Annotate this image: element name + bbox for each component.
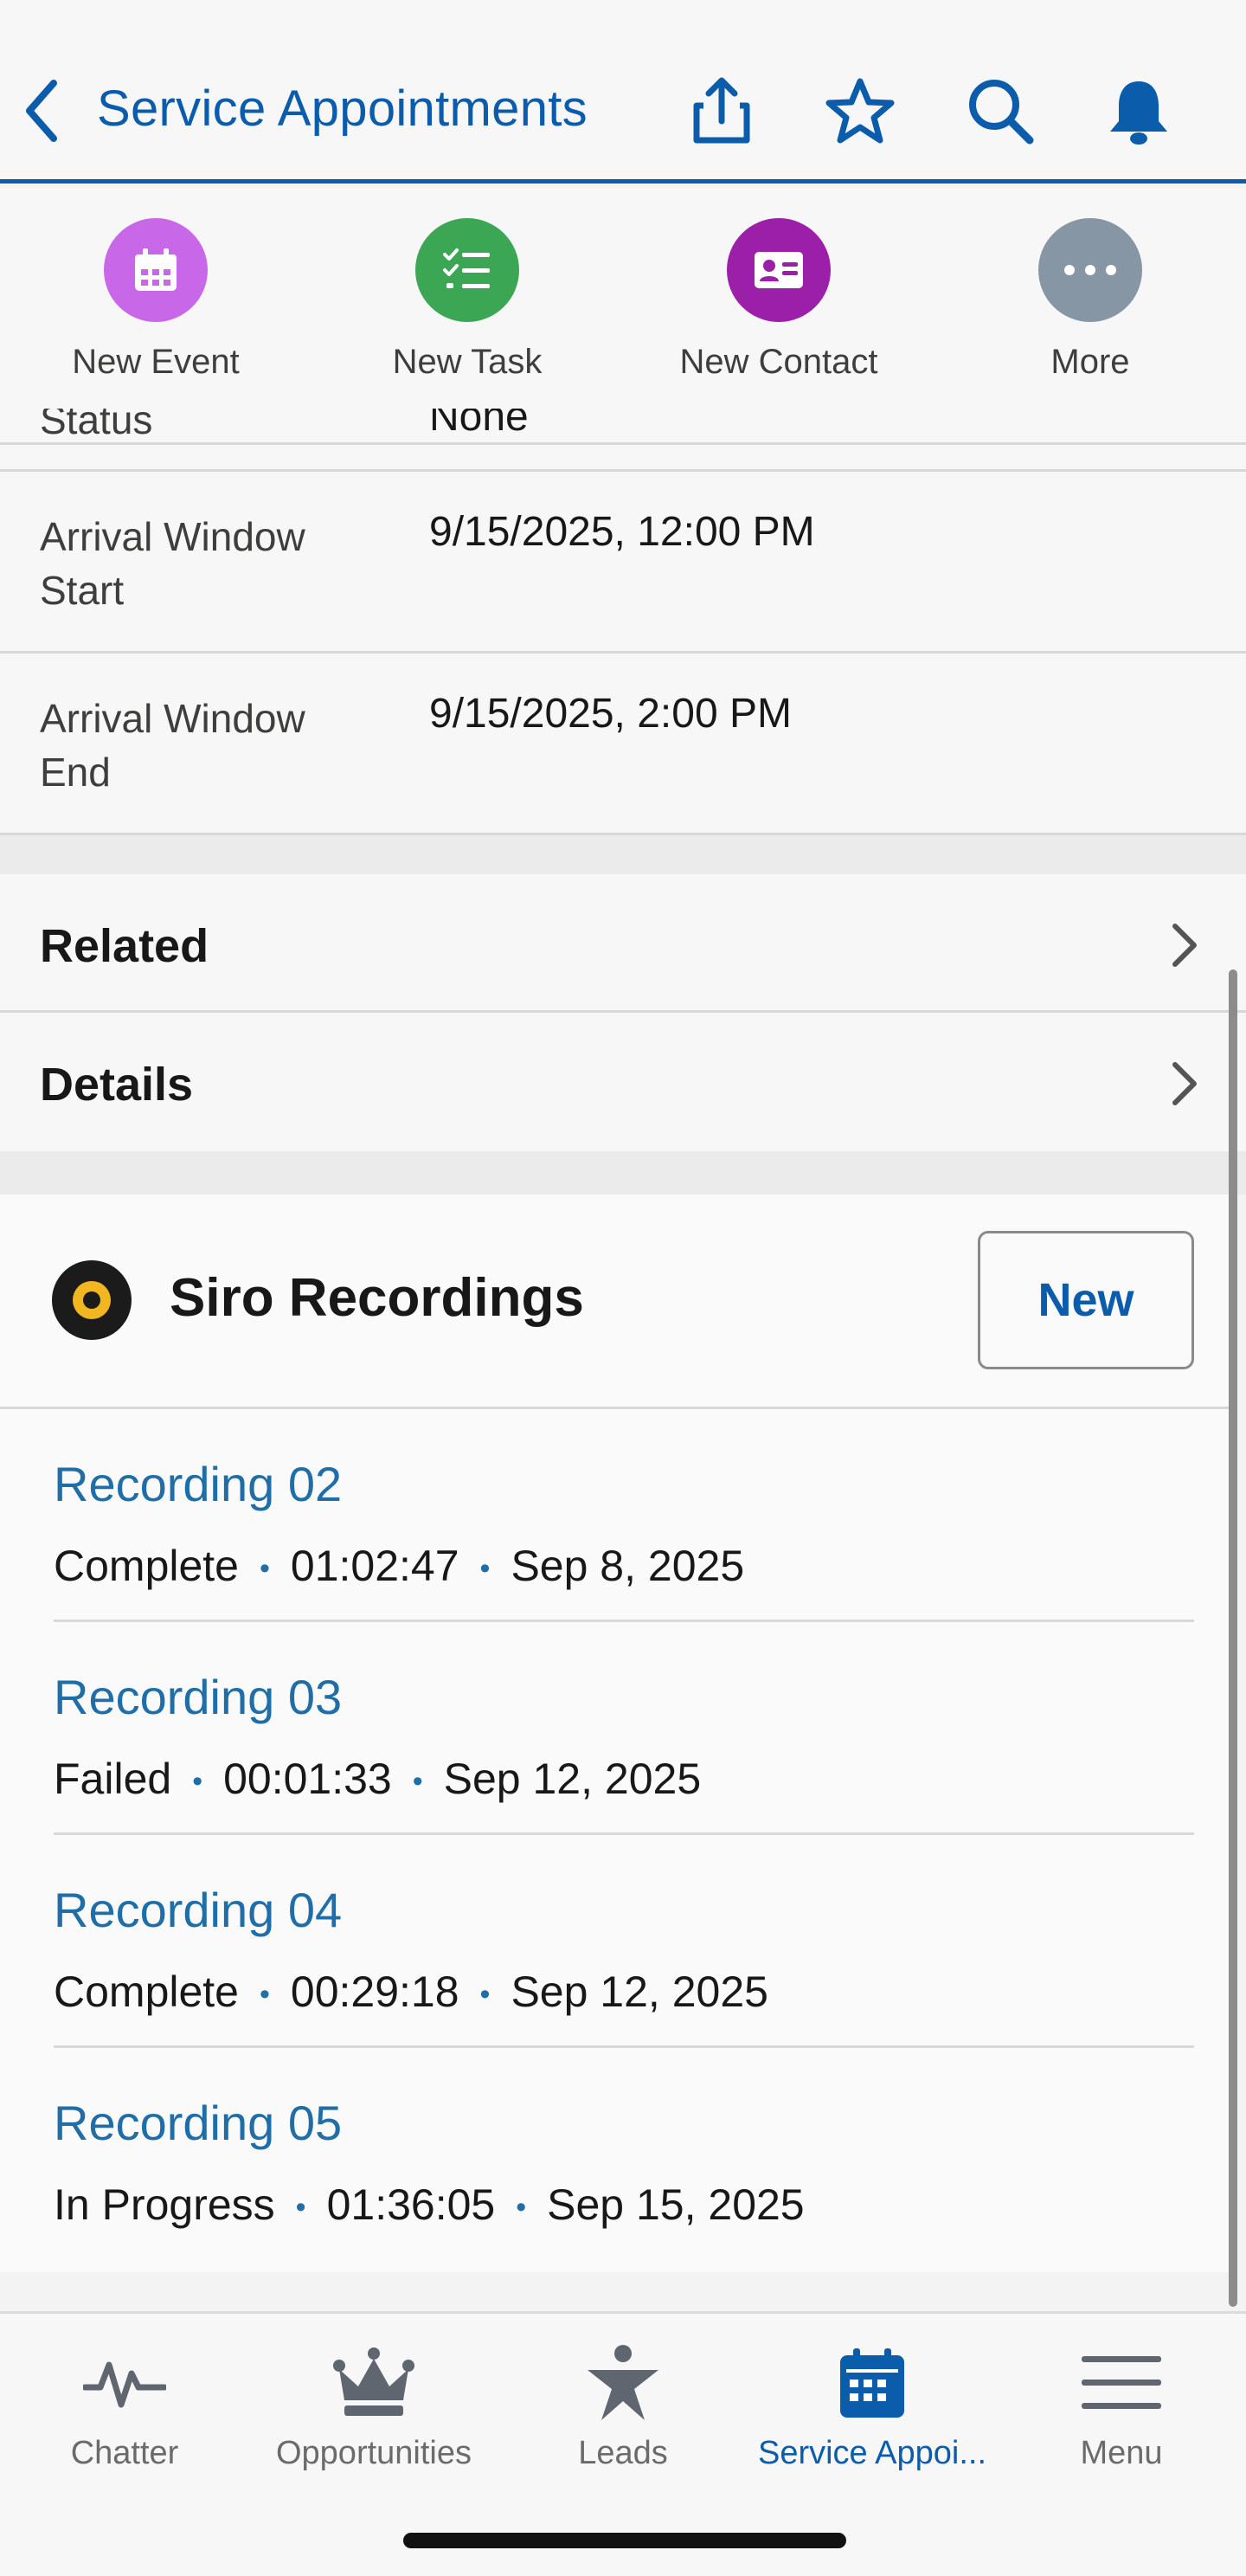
- chevron-right-icon: [1172, 1062, 1197, 1105]
- recording-date: Sep 8, 2025: [511, 1542, 745, 1590]
- chevron-right-icon: [1172, 924, 1197, 967]
- recording-date: Sep 12, 2025: [511, 1967, 768, 2016]
- search-icon[interactable]: [964, 74, 1037, 147]
- tab-label: Chatter: [70, 2435, 179, 2471]
- more-label: More: [1050, 343, 1130, 381]
- recording-name[interactable]: Recording 04: [54, 1882, 342, 1938]
- new-recording-button[interactable]: New: [978, 1231, 1194, 1369]
- hamburger-icon: [997, 2340, 1246, 2426]
- arrival-window-end-row: Arrival Window End 9/15/2025, 2:00 PM: [0, 651, 1246, 833]
- tab-chatter[interactable]: Chatter: [0, 2340, 249, 2472]
- scrollbar[interactable]: [1229, 969, 1237, 2307]
- recording-date: Sep 12, 2025: [443, 1755, 702, 1803]
- contact-card-icon: [727, 218, 831, 322]
- calendar-icon: [104, 218, 208, 322]
- tab-service-appointments[interactable]: Service Appoi...: [748, 2340, 997, 2472]
- separator-dot: •: [295, 2191, 306, 2225]
- card-title: Siro Recordings: [170, 1268, 584, 1328]
- related-link[interactable]: Related: [0, 874, 1246, 1013]
- separator-dot: •: [192, 1765, 203, 1799]
- recording-duration: 01:02:47: [290, 1542, 459, 1590]
- tab-label: Service Appoi...: [757, 2435, 987, 2471]
- tab-opportunities[interactable]: Opportunities: [249, 2340, 498, 2472]
- more-action[interactable]: More: [960, 218, 1220, 382]
- recording-meta: Complete • 00:29:18 • Sep 12, 2025: [54, 1967, 768, 2017]
- separator-dot: •: [516, 2191, 527, 2225]
- arrival-window-end-label: Arrival Window End: [40, 696, 305, 795]
- crown-icon: [249, 2340, 498, 2426]
- new-event-label: New Event: [72, 343, 240, 381]
- tab-label: Menu: [1080, 2435, 1163, 2471]
- record-fields: Status None Arrival Window Start 9/15/20…: [0, 409, 1246, 833]
- section-divider: [0, 1151, 1246, 1195]
- recording-name[interactable]: Recording 05: [54, 2095, 342, 2151]
- star-icon[interactable]: [824, 74, 896, 147]
- recording-status: Failed: [54, 1755, 172, 1803]
- recording-duration: 00:01:33: [223, 1755, 392, 1803]
- arrival-window-start-value: 9/15/2025, 12:00 PM: [429, 509, 815, 555]
- chevron-left-icon[interactable]: [24, 78, 59, 144]
- recording-duration: 00:29:18: [290, 1967, 459, 2016]
- status-field-row: Status None: [0, 409, 1246, 445]
- recording-meta: Complete • 01:02:47 • Sep 8, 2025: [54, 1541, 744, 1591]
- recording-status: Complete: [54, 1542, 239, 1590]
- top-bar: Service Appointments: [0, 0, 1246, 184]
- arrival-window-start-label: Arrival Window Start: [40, 514, 305, 613]
- card-header: Siro Recordings New: [0, 1195, 1236, 1409]
- recording-date: Sep 15, 2025: [547, 2180, 805, 2229]
- recording-duration: 01:36:05: [326, 2180, 496, 2229]
- siro-recordings-card: Siro Recordings New Recording 02 Complet…: [0, 1195, 1236, 2272]
- recording-status: In Progress: [54, 2180, 275, 2229]
- tab-label: Leads: [578, 2435, 668, 2471]
- status-field-value: None: [429, 409, 529, 440]
- task-list-icon: [415, 218, 519, 322]
- person-star-icon: [498, 2340, 748, 2426]
- related-label: Related: [40, 920, 209, 972]
- recording-name[interactable]: Recording 02: [54, 1456, 342, 1512]
- separator-dot: •: [479, 1552, 491, 1586]
- tab-label: Opportunities: [275, 2435, 472, 2471]
- recording-status: Complete: [54, 1967, 239, 2016]
- section-divider: [0, 833, 1246, 874]
- details-label: Details: [40, 1059, 194, 1111]
- tab-menu[interactable]: Menu: [997, 2340, 1246, 2472]
- new-task-label: New Task: [392, 343, 543, 381]
- recording-item[interactable]: Recording 02 Complete • 01:02:47 • Sep 8, 20…: [54, 1409, 1194, 1622]
- home-indicator[interactable]: [403, 2533, 846, 2548]
- recording-item[interactable]: Recording 03 Failed • 00:01:33 • Sep 12, 202…: [54, 1622, 1194, 1835]
- recording-meta: Failed • 00:01:33 • Sep 12, 2025: [54, 1754, 701, 1804]
- separator-dot: •: [412, 1765, 423, 1799]
- separator-dot: •: [479, 1978, 491, 2012]
- bell-icon[interactable]: [1102, 74, 1175, 147]
- details-link[interactable]: Details: [0, 1013, 1246, 1151]
- pulse-icon: [0, 2340, 249, 2426]
- recording-meta: In Progress • 01:36:05 • Sep 15, 2025: [54, 2180, 805, 2230]
- new-contact-action[interactable]: New Contact: [649, 218, 909, 382]
- recording-name[interactable]: Recording 03: [54, 1669, 342, 1725]
- new-event-action[interactable]: New Event: [26, 218, 286, 382]
- page-title: Service Appointments: [97, 80, 588, 137]
- recording-item[interactable]: Recording 04 Complete • 00:29:18 • Sep 12, 2…: [54, 1835, 1194, 2048]
- tab-leads[interactable]: Leads: [498, 2340, 748, 2472]
- new-contact-label: New Contact: [679, 343, 878, 381]
- more-icon: [1038, 218, 1142, 322]
- separator-dot: •: [260, 1978, 270, 2012]
- quick-actions-bar: New Event New Task New Contact More: [0, 188, 1246, 409]
- calendar-icon: [748, 2340, 997, 2426]
- arrival-window-end-value: 9/15/2025, 2:00 PM: [429, 691, 792, 737]
- separator-dot: •: [260, 1552, 270, 1586]
- share-icon[interactable]: [685, 74, 758, 147]
- new-task-action[interactable]: New Task: [337, 218, 597, 382]
- recording-item[interactable]: Recording 05 In Progress • 01:36:05 • Sep 15…: [54, 2048, 1194, 2261]
- status-field-label: Status: [40, 409, 153, 442]
- arrival-window-start-row: Arrival Window Start 9/15/2025, 12:00 PM: [0, 469, 1246, 651]
- siro-logo-icon: [52, 1260, 132, 1340]
